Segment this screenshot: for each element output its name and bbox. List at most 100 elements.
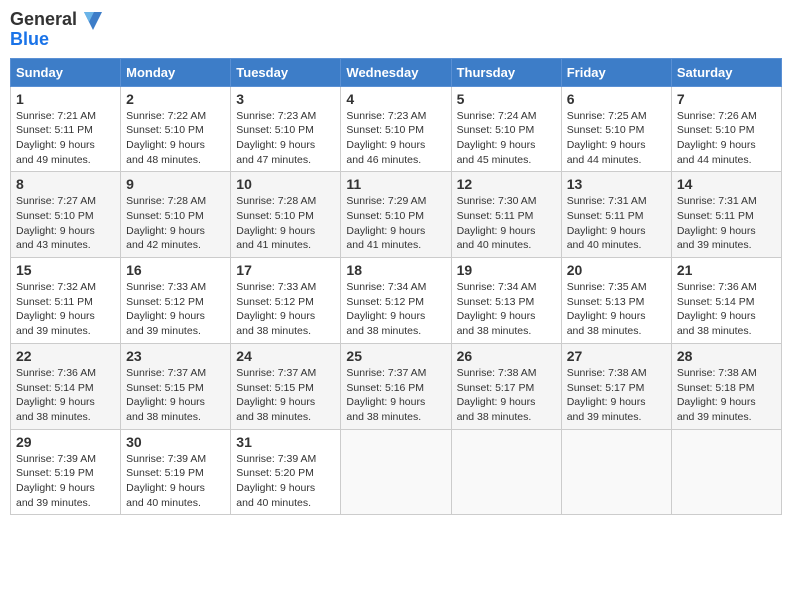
empty-day-cell bbox=[561, 429, 671, 515]
day-number: 10 bbox=[236, 176, 335, 192]
day-info: Sunrise: 7:29 AMSunset: 5:10 PMDaylight:… bbox=[346, 195, 426, 251]
day-info: Sunrise: 7:27 AMSunset: 5:10 PMDaylight:… bbox=[16, 195, 96, 251]
day-number: 19 bbox=[457, 262, 556, 278]
day-number: 27 bbox=[567, 348, 666, 364]
weekday-header-sunday: Sunday bbox=[11, 58, 121, 86]
day-cell-23: 23 Sunrise: 7:37 AMSunset: 5:15 PMDaylig… bbox=[121, 343, 231, 429]
day-number: 25 bbox=[346, 348, 445, 364]
day-cell-1: 1 Sunrise: 7:21 AMSunset: 5:11 PMDayligh… bbox=[11, 86, 121, 172]
day-cell-12: 12 Sunrise: 7:30 AMSunset: 5:11 PMDaylig… bbox=[451, 172, 561, 258]
day-cell-2: 2 Sunrise: 7:22 AMSunset: 5:10 PMDayligh… bbox=[121, 86, 231, 172]
day-number: 30 bbox=[126, 434, 225, 450]
calendar-table: SundayMondayTuesdayWednesdayThursdayFrid… bbox=[10, 58, 782, 516]
day-info: Sunrise: 7:28 AMSunset: 5:10 PMDaylight:… bbox=[126, 195, 206, 251]
day-cell-31: 31 Sunrise: 7:39 AMSunset: 5:20 PMDaylig… bbox=[231, 429, 341, 515]
day-cell-6: 6 Sunrise: 7:25 AMSunset: 5:10 PMDayligh… bbox=[561, 86, 671, 172]
day-info: Sunrise: 7:39 AMSunset: 5:20 PMDaylight:… bbox=[236, 453, 316, 509]
day-info: Sunrise: 7:38 AMSunset: 5:17 PMDaylight:… bbox=[567, 367, 647, 423]
day-number: 14 bbox=[677, 176, 776, 192]
weekday-header-wednesday: Wednesday bbox=[341, 58, 451, 86]
day-number: 23 bbox=[126, 348, 225, 364]
calendar-body: 1 Sunrise: 7:21 AMSunset: 5:11 PMDayligh… bbox=[11, 86, 782, 515]
weekday-header-thursday: Thursday bbox=[451, 58, 561, 86]
day-cell-25: 25 Sunrise: 7:37 AMSunset: 5:16 PMDaylig… bbox=[341, 343, 451, 429]
day-info: Sunrise: 7:24 AMSunset: 5:10 PMDaylight:… bbox=[457, 110, 537, 166]
day-cell-26: 26 Sunrise: 7:38 AMSunset: 5:17 PMDaylig… bbox=[451, 343, 561, 429]
day-info: Sunrise: 7:28 AMSunset: 5:10 PMDaylight:… bbox=[236, 195, 316, 251]
day-number: 5 bbox=[457, 91, 556, 107]
day-info: Sunrise: 7:22 AMSunset: 5:10 PMDaylight:… bbox=[126, 110, 206, 166]
day-info: Sunrise: 7:37 AMSunset: 5:15 PMDaylight:… bbox=[236, 367, 316, 423]
calendar-week-4: 22 Sunrise: 7:36 AMSunset: 5:14 PMDaylig… bbox=[11, 343, 782, 429]
day-info: Sunrise: 7:32 AMSunset: 5:11 PMDaylight:… bbox=[16, 281, 96, 337]
weekday-header-tuesday: Tuesday bbox=[231, 58, 341, 86]
day-cell-19: 19 Sunrise: 7:34 AMSunset: 5:13 PMDaylig… bbox=[451, 258, 561, 344]
day-info: Sunrise: 7:35 AMSunset: 5:13 PMDaylight:… bbox=[567, 281, 647, 337]
day-number: 12 bbox=[457, 176, 556, 192]
day-number: 7 bbox=[677, 91, 776, 107]
day-info: Sunrise: 7:33 AMSunset: 5:12 PMDaylight:… bbox=[126, 281, 206, 337]
day-info: Sunrise: 7:23 AMSunset: 5:10 PMDaylight:… bbox=[236, 110, 316, 166]
day-cell-29: 29 Sunrise: 7:39 AMSunset: 5:19 PMDaylig… bbox=[11, 429, 121, 515]
day-number: 22 bbox=[16, 348, 115, 364]
day-cell-7: 7 Sunrise: 7:26 AMSunset: 5:10 PMDayligh… bbox=[671, 86, 781, 172]
day-cell-3: 3 Sunrise: 7:23 AMSunset: 5:10 PMDayligh… bbox=[231, 86, 341, 172]
day-number: 21 bbox=[677, 262, 776, 278]
calendar-header: SundayMondayTuesdayWednesdayThursdayFrid… bbox=[11, 58, 782, 86]
day-number: 26 bbox=[457, 348, 556, 364]
empty-day-cell bbox=[671, 429, 781, 515]
weekday-header-row: SundayMondayTuesdayWednesdayThursdayFrid… bbox=[11, 58, 782, 86]
day-info: Sunrise: 7:30 AMSunset: 5:11 PMDaylight:… bbox=[457, 195, 537, 251]
day-info: Sunrise: 7:39 AMSunset: 5:19 PMDaylight:… bbox=[16, 453, 96, 509]
weekday-header-monday: Monday bbox=[121, 58, 231, 86]
day-number: 13 bbox=[567, 176, 666, 192]
calendar-week-1: 1 Sunrise: 7:21 AMSunset: 5:11 PMDayligh… bbox=[11, 86, 782, 172]
day-cell-14: 14 Sunrise: 7:31 AMSunset: 5:11 PMDaylig… bbox=[671, 172, 781, 258]
day-number: 24 bbox=[236, 348, 335, 364]
day-number: 17 bbox=[236, 262, 335, 278]
day-number: 9 bbox=[126, 176, 225, 192]
day-info: Sunrise: 7:21 AMSunset: 5:11 PMDaylight:… bbox=[16, 110, 96, 166]
day-info: Sunrise: 7:38 AMSunset: 5:17 PMDaylight:… bbox=[457, 367, 537, 423]
day-info: Sunrise: 7:37 AMSunset: 5:15 PMDaylight:… bbox=[126, 367, 206, 423]
day-cell-11: 11 Sunrise: 7:29 AMSunset: 5:10 PMDaylig… bbox=[341, 172, 451, 258]
day-info: Sunrise: 7:31 AMSunset: 5:11 PMDaylight:… bbox=[677, 195, 757, 251]
day-cell-21: 21 Sunrise: 7:36 AMSunset: 5:14 PMDaylig… bbox=[671, 258, 781, 344]
empty-day-cell bbox=[341, 429, 451, 515]
day-cell-13: 13 Sunrise: 7:31 AMSunset: 5:11 PMDaylig… bbox=[561, 172, 671, 258]
day-info: Sunrise: 7:26 AMSunset: 5:10 PMDaylight:… bbox=[677, 110, 757, 166]
day-number: 6 bbox=[567, 91, 666, 107]
day-number: 18 bbox=[346, 262, 445, 278]
calendar-week-2: 8 Sunrise: 7:27 AMSunset: 5:10 PMDayligh… bbox=[11, 172, 782, 258]
day-number: 20 bbox=[567, 262, 666, 278]
day-number: 15 bbox=[16, 262, 115, 278]
day-number: 28 bbox=[677, 348, 776, 364]
day-info: Sunrise: 7:34 AMSunset: 5:13 PMDaylight:… bbox=[457, 281, 537, 337]
day-number: 1 bbox=[16, 91, 115, 107]
day-cell-10: 10 Sunrise: 7:28 AMSunset: 5:10 PMDaylig… bbox=[231, 172, 341, 258]
page-header: General Blue bbox=[10, 10, 782, 50]
day-cell-17: 17 Sunrise: 7:33 AMSunset: 5:12 PMDaylig… bbox=[231, 258, 341, 344]
logo-blue: Blue bbox=[10, 29, 49, 49]
day-info: Sunrise: 7:36 AMSunset: 5:14 PMDaylight:… bbox=[16, 367, 96, 423]
day-number: 8 bbox=[16, 176, 115, 192]
logo: General Blue bbox=[10, 10, 102, 50]
day-info: Sunrise: 7:23 AMSunset: 5:10 PMDaylight:… bbox=[346, 110, 426, 166]
day-info: Sunrise: 7:33 AMSunset: 5:12 PMDaylight:… bbox=[236, 281, 316, 337]
logo-triangle-icon bbox=[84, 12, 102, 30]
calendar-week-3: 15 Sunrise: 7:32 AMSunset: 5:11 PMDaylig… bbox=[11, 258, 782, 344]
day-info: Sunrise: 7:38 AMSunset: 5:18 PMDaylight:… bbox=[677, 367, 757, 423]
day-cell-24: 24 Sunrise: 7:37 AMSunset: 5:15 PMDaylig… bbox=[231, 343, 341, 429]
day-number: 29 bbox=[16, 434, 115, 450]
day-info: Sunrise: 7:31 AMSunset: 5:11 PMDaylight:… bbox=[567, 195, 647, 251]
day-info: Sunrise: 7:34 AMSunset: 5:12 PMDaylight:… bbox=[346, 281, 426, 337]
day-number: 4 bbox=[346, 91, 445, 107]
day-cell-8: 8 Sunrise: 7:27 AMSunset: 5:10 PMDayligh… bbox=[11, 172, 121, 258]
day-number: 31 bbox=[236, 434, 335, 450]
day-cell-30: 30 Sunrise: 7:39 AMSunset: 5:19 PMDaylig… bbox=[121, 429, 231, 515]
day-number: 11 bbox=[346, 176, 445, 192]
day-number: 3 bbox=[236, 91, 335, 107]
day-cell-18: 18 Sunrise: 7:34 AMSunset: 5:12 PMDaylig… bbox=[341, 258, 451, 344]
day-cell-5: 5 Sunrise: 7:24 AMSunset: 5:10 PMDayligh… bbox=[451, 86, 561, 172]
day-cell-9: 9 Sunrise: 7:28 AMSunset: 5:10 PMDayligh… bbox=[121, 172, 231, 258]
